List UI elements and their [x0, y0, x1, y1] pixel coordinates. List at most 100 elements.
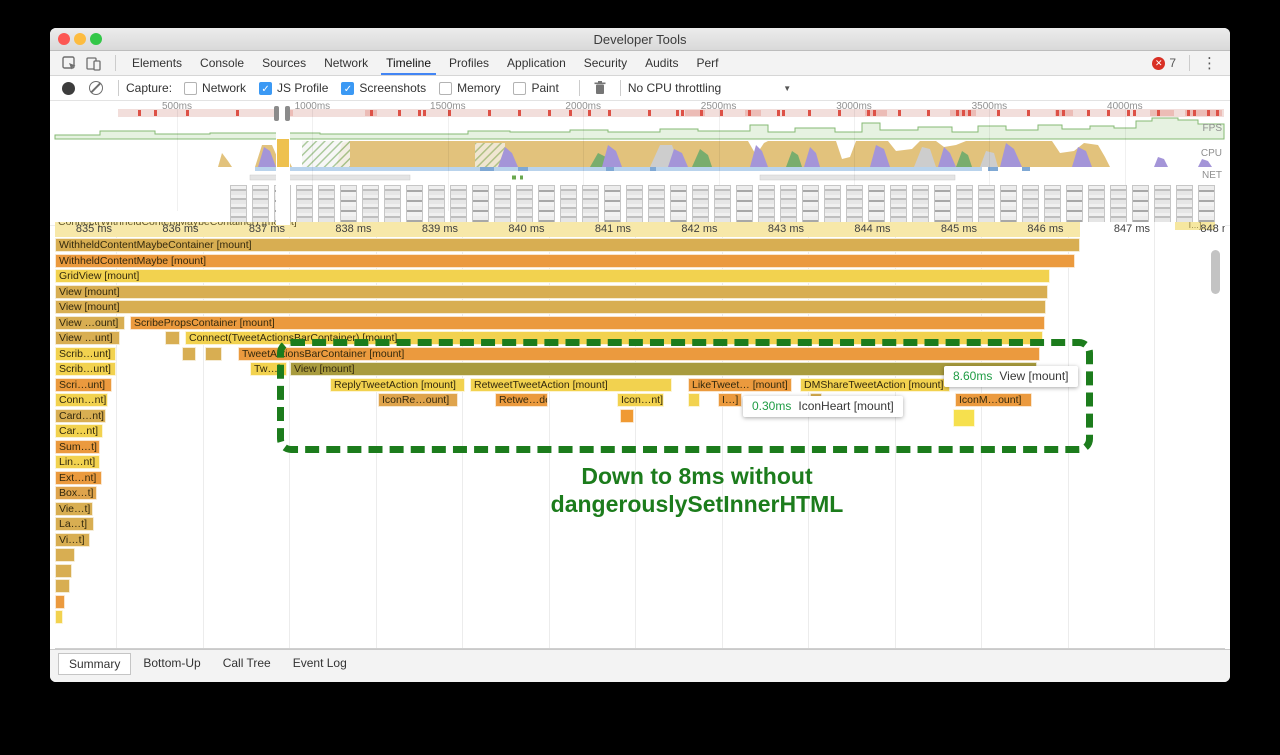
screenshot-thumbnail[interactable] — [1154, 185, 1171, 223]
flame-bar[interactable]: Vi…t] — [55, 533, 90, 547]
screenshot-thumbnail[interactable] — [1110, 185, 1127, 223]
flame-bar[interactable]: Conn…nt] — [55, 393, 108, 407]
device-toolbar-icon[interactable] — [84, 54, 102, 72]
flame-bar[interactable] — [55, 548, 75, 562]
timeline-overview[interactable]: 500ms1000ms1500ms2000ms2500ms3000ms3500m… — [50, 101, 1230, 226]
screenshot-thumbnail[interactable] — [1176, 185, 1193, 223]
screenshot-thumbnail[interactable] — [406, 185, 423, 223]
screenshot-thumbnail[interactable] — [296, 185, 313, 223]
screenshot-thumbnail[interactable] — [1044, 185, 1061, 223]
screenshot-thumbnail[interactable] — [494, 185, 511, 223]
screenshot-thumbnail[interactable] — [340, 185, 357, 223]
tab-sources[interactable]: Sources — [253, 52, 315, 75]
flame-bar[interactable]: WithheldContentMaybeContainer [mount] — [55, 238, 1080, 252]
screenshot-thumbnail[interactable] — [1000, 185, 1017, 223]
flame-bar[interactable]: Car…nt] — [55, 424, 103, 438]
screenshot-thumbnail[interactable] — [846, 185, 863, 223]
flame-bar[interactable] — [55, 564, 72, 578]
flame-bar[interactable]: Scri…unt] — [55, 378, 112, 392]
screenshot-thumbnail[interactable] — [1066, 185, 1083, 223]
screenshot-thumbnail[interactable] — [890, 185, 907, 223]
screenshot-thumbnail[interactable] — [934, 185, 951, 223]
flame-chart[interactable]: Connect(WithheldContentMaybeContainer) [… — [55, 222, 1225, 649]
screenshot-thumbnail[interactable] — [582, 185, 599, 223]
checkbox-network[interactable]: Network — [184, 81, 246, 95]
screenshot-thumbnail[interactable] — [1088, 185, 1105, 223]
flame-bar[interactable]: WithheldContentMaybe [mount] — [55, 254, 1075, 268]
screenshot-thumbnail[interactable] — [560, 185, 577, 223]
tab-perf[interactable]: Perf — [687, 52, 727, 75]
screenshot-thumbnail[interactable] — [626, 185, 643, 223]
screenshot-thumbnail[interactable] — [1022, 185, 1039, 223]
selection-handle-right[interactable] — [285, 106, 290, 121]
details-tab-event-log[interactable]: Event Log — [283, 653, 357, 673]
clear-recording-icon[interactable] — [89, 81, 103, 95]
checkbox-memory[interactable]: Memory — [439, 81, 500, 95]
screenshot-thumbnail[interactable] — [604, 185, 621, 223]
flame-bar[interactable] — [55, 579, 70, 593]
screenshot-thumbnail[interactable] — [318, 185, 335, 223]
flame-bar[interactable]: View [mount] — [55, 300, 1046, 314]
screenshot-thumbnail[interactable] — [868, 185, 885, 223]
screenshot-thumbnail[interactable] — [230, 185, 247, 223]
flame-bar[interactable] — [55, 610, 63, 624]
flame-bar[interactable] — [205, 347, 222, 361]
screenshot-thumbnail[interactable] — [824, 185, 841, 223]
tab-application[interactable]: Application — [498, 52, 575, 75]
flame-bar[interactable]: Ext…nt] — [55, 471, 102, 485]
flame-bar[interactable]: View [mount] — [55, 285, 1048, 299]
flame-bar[interactable] — [182, 347, 196, 361]
screenshot-thumbnail[interactable] — [472, 185, 489, 223]
flame-bar[interactable]: View …ount] — [55, 316, 125, 330]
screenshot-thumbnail[interactable] — [978, 185, 995, 223]
tab-audits[interactable]: Audits — [636, 52, 687, 75]
screenshot-thumbnail[interactable] — [428, 185, 445, 223]
screenshot-thumbnail[interactable] — [1132, 185, 1149, 223]
screenshot-thumbnail[interactable] — [538, 185, 555, 223]
record-button[interactable] — [62, 82, 75, 95]
screenshot-thumbnail[interactable] — [802, 185, 819, 223]
screenshot-thumbnail[interactable] — [758, 185, 775, 223]
screenshot-thumbnail[interactable] — [516, 185, 533, 223]
screenshot-thumbnail[interactable] — [670, 185, 687, 223]
selection-handle-left[interactable] — [274, 106, 279, 121]
tab-profiles[interactable]: Profiles — [440, 52, 498, 75]
checkbox-screenshots[interactable]: ✓Screenshots — [341, 81, 426, 95]
screenshot-thumbnail[interactable] — [362, 185, 379, 223]
flame-bar[interactable]: Scrib…unt] — [55, 347, 116, 361]
checkbox-paint[interactable]: Paint — [513, 81, 558, 95]
tab-elements[interactable]: Elements — [123, 52, 191, 75]
tab-security[interactable]: Security — [575, 52, 636, 75]
screenshot-thumbnail[interactable] — [956, 185, 973, 223]
flame-bar[interactable]: Box…t] — [55, 486, 97, 500]
flame-bar[interactable]: GridView [mount] — [55, 269, 1050, 283]
screenshot-thumbnail[interactable] — [384, 185, 401, 223]
tab-timeline[interactable]: Timeline — [377, 52, 440, 75]
trash-icon[interactable] — [591, 79, 609, 97]
flame-bar[interactable]: Scrib…unt] — [55, 362, 116, 376]
more-options-icon[interactable]: ⋮ — [1197, 54, 1222, 72]
flame-bar[interactable] — [55, 595, 65, 609]
checkbox-js-profile[interactable]: ✓JS Profile — [259, 81, 328, 95]
flame-bar[interactable]: Sum…t] — [55, 440, 100, 454]
flame-bar[interactable]: View …unt] — [55, 331, 120, 345]
flame-bar[interactable]: Lin…nt] — [55, 455, 100, 469]
details-tab-call-tree[interactable]: Call Tree — [213, 653, 281, 673]
screenshot-thumbnail[interactable] — [780, 185, 797, 223]
cpu-throttling-select[interactable]: No CPU throttling ▼ — [628, 81, 791, 95]
flame-bar[interactable]: Card…nt] — [55, 409, 106, 423]
vertical-scrollbar-thumb[interactable] — [1211, 250, 1220, 294]
flame-bar[interactable] — [165, 331, 180, 345]
screenshot-thumbnail[interactable] — [1198, 185, 1215, 223]
details-tab-summary[interactable]: Summary — [58, 653, 131, 675]
screenshot-thumbnail[interactable] — [736, 185, 753, 223]
flame-bar[interactable]: Vie…t] — [55, 502, 93, 516]
tab-console[interactable]: Console — [191, 52, 253, 75]
screenshot-thumbnail[interactable] — [714, 185, 731, 223]
screenshot-thumbnail[interactable] — [450, 185, 467, 223]
flame-bar[interactable]: La…t] — [55, 517, 94, 531]
screenshot-thumbnail[interactable] — [648, 185, 665, 223]
tab-network[interactable]: Network — [315, 52, 377, 75]
details-tab-bottom-up[interactable]: Bottom-Up — [133, 653, 210, 673]
flame-bar[interactable]: ScribePropsContainer [mount] — [130, 316, 1045, 330]
